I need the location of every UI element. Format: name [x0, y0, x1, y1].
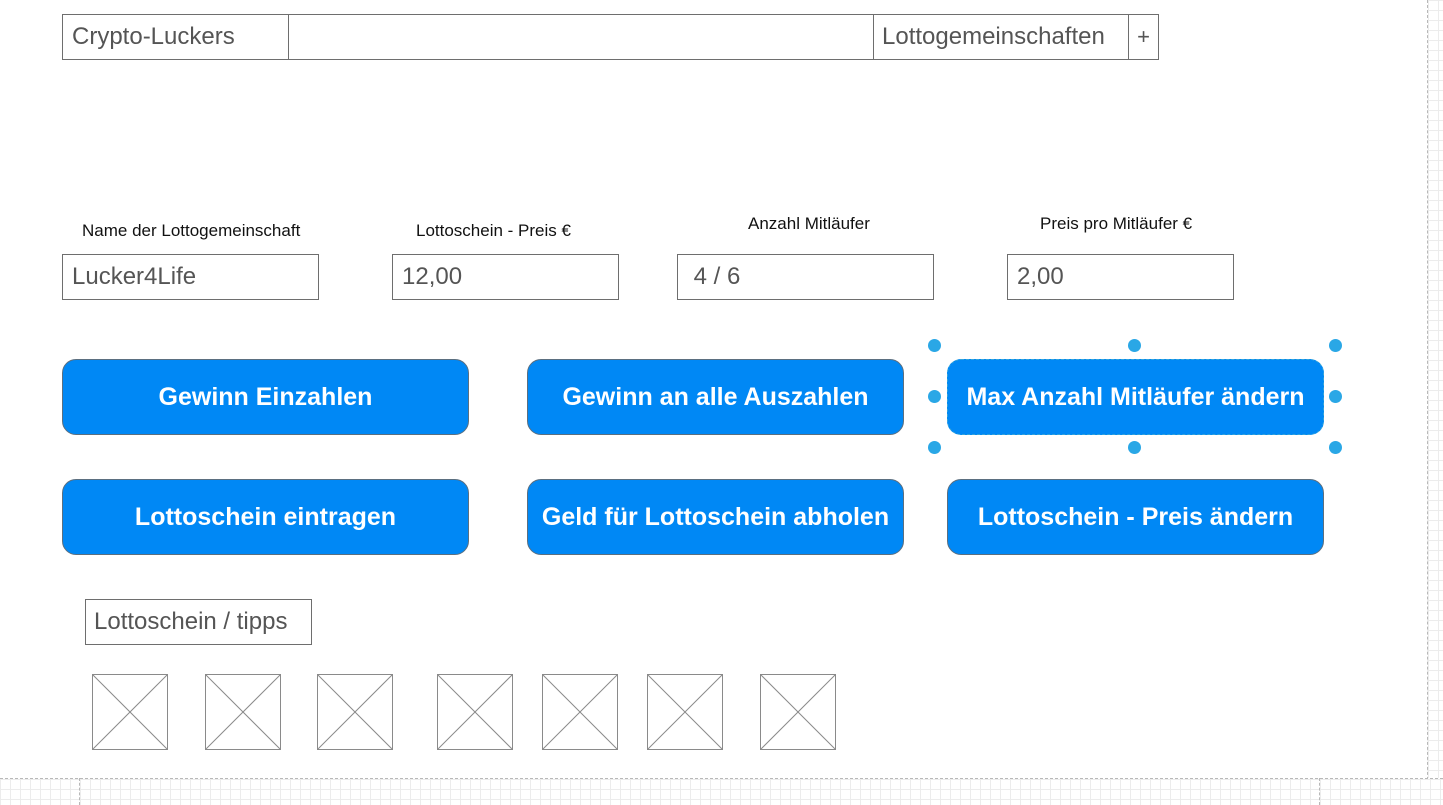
resize-handle[interactable] — [1329, 339, 1342, 352]
label-schein-preis: Lottoschein - Preis € — [416, 221, 571, 240]
schein-preis-input[interactable] — [392, 254, 619, 300]
name-input[interactable] — [62, 254, 319, 300]
image-placeholder-icon[interactable] — [317, 674, 393, 750]
add-button[interactable]: + — [1128, 14, 1159, 60]
resize-handle[interactable] — [1329, 441, 1342, 454]
resize-handle[interactable] — [928, 339, 941, 352]
canvas-edge-right — [1427, 0, 1443, 805]
resize-handle[interactable] — [928, 390, 941, 403]
brand-title[interactable]: Crypto-Luckers — [62, 14, 289, 60]
gewinn-auszahlen-button[interactable]: Gewinn an alle Auszahlen — [527, 359, 904, 435]
image-placeholder-icon[interactable] — [647, 674, 723, 750]
canvas-edge-divider — [1319, 778, 1320, 805]
image-placeholder-icon[interactable] — [205, 674, 281, 750]
image-placeholder-icon[interactable] — [760, 674, 836, 750]
label-name: Name der Lottogemeinschaft — [82, 221, 301, 240]
resize-handle[interactable] — [1128, 441, 1141, 454]
resize-handle[interactable] — [1329, 390, 1342, 403]
gewinn-einzahlen-button[interactable]: Gewinn Einzahlen — [62, 359, 469, 435]
canvas-edge-bottom — [0, 778, 1443, 805]
geld-abholen-button[interactable]: Geld für Lottoschein abholen — [527, 479, 904, 555]
nav-link-lottogemeinschaften[interactable]: Lottogemeinschaften — [873, 14, 1129, 60]
max-mitlaeufer-button[interactable]: Max Anzahl Mitläufer ändern — [947, 359, 1324, 435]
canvas-page: Crypto-Luckers Lottogemeinschaften + Nam… — [0, 0, 1427, 778]
canvas-edge-divider — [79, 778, 80, 805]
tipps-label: Lottoschein / tipps — [85, 599, 312, 645]
image-placeholder-icon[interactable] — [92, 674, 168, 750]
schein-eintragen-button[interactable]: Lottoschein eintragen — [62, 479, 469, 555]
label-preis-pro-mitlaeufer: Preis pro Mitläufer € — [1040, 214, 1193, 233]
nav-spacer — [288, 14, 874, 60]
anzahl-mitlaeufer-input[interactable] — [677, 254, 934, 300]
resize-handle[interactable] — [928, 441, 941, 454]
image-placeholder-icon[interactable] — [437, 674, 513, 750]
preis-pro-mitlaeufer-input[interactable] — [1007, 254, 1234, 300]
preis-aendern-button[interactable]: Lottoschein - Preis ändern — [947, 479, 1324, 555]
image-placeholder-icon[interactable] — [542, 674, 618, 750]
resize-handle[interactable] — [1128, 339, 1141, 352]
label-anzahl-mitlaeufer: Anzahl Mitläufer — [748, 214, 870, 233]
